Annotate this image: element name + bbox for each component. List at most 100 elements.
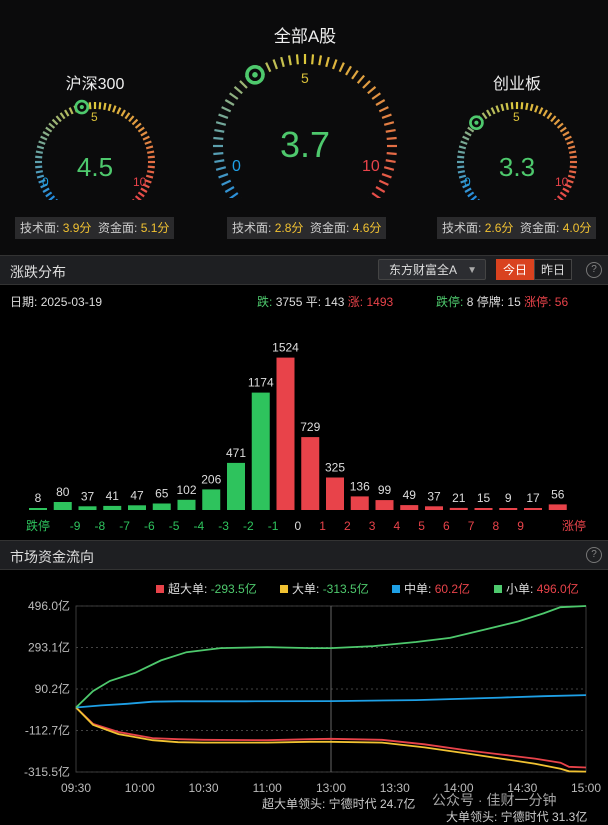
gauge-scores-hs300: 技术面: 3.9分 资金面: 5.1分 (15, 217, 175, 239)
help-icon[interactable]: ? (586, 262, 602, 278)
index-dropdown[interactable]: 东方财富全A ▼ (378, 259, 486, 280)
gauge-tick-mark (42, 187, 50, 193)
limit-down-count: 8 (466, 295, 474, 309)
gauge-tick-mark (338, 62, 345, 73)
gauge-tick-mark (88, 102, 92, 110)
tech-score: 2.6分 (484, 221, 514, 235)
bar-value-label: 17 (526, 491, 540, 505)
gauge-tick-mark (38, 140, 46, 145)
gauge-tick-mark (378, 179, 389, 186)
legend-small: 小单: 496.0亿 (494, 580, 579, 597)
gauge-tick-mark (356, 74, 365, 84)
gauge-tick-mark (239, 80, 248, 89)
fall-label: 跌: (257, 295, 273, 309)
gauge-tick-mark (214, 159, 225, 164)
gauge-tick-mark (520, 102, 524, 110)
gauge-tick-mark (64, 109, 70, 117)
gauge-tick-mark (48, 122, 56, 129)
gauge-tick-mark (332, 59, 338, 70)
x-tick-label: -8 (95, 519, 106, 533)
gauge-tick-mark (500, 103, 505, 112)
gauge-tick-mark (375, 186, 386, 193)
x-tick-label: -1 (268, 519, 279, 533)
gauge-tick-mark (221, 179, 232, 186)
gauge-tick-mark (386, 152, 397, 156)
y-tick-label: 293.1亿 (28, 640, 70, 655)
gauge-tick-min: 0 (464, 175, 471, 189)
gauge-tick-mark (556, 195, 564, 200)
bar-value-label: 206 (201, 472, 221, 486)
bar-value-label: 80 (56, 485, 70, 499)
bar-value-label: 8 (35, 491, 42, 505)
x-tick-label: 3 (369, 519, 376, 533)
y-tick-label: -315.5亿 (24, 764, 70, 779)
gauge-tick-mark (486, 109, 492, 117)
gauge-tick-mark (464, 187, 472, 193)
flat-count: 143 (324, 295, 345, 309)
x-tick-label: 09:30 (61, 781, 91, 795)
gauge-tick-mark (381, 173, 392, 179)
legend-super: 超大单: -293.5亿 (156, 580, 257, 597)
gauge-tick-mark (553, 118, 561, 126)
gauge-tick-mark (214, 128, 225, 133)
limit-down-label: 跌停: (436, 295, 464, 309)
help-icon[interactable]: ? (586, 547, 602, 563)
gauge-tick-mark (375, 99, 386, 106)
gauge-tick-mark (147, 170, 155, 174)
x-tick-label: -4 (194, 519, 205, 533)
bar-value-label: 102 (176, 483, 196, 497)
gauge-tick-min: 0 (42, 175, 49, 189)
bar (449, 507, 468, 510)
gauge-tick-mark (51, 118, 59, 126)
gauge-tick-mark (371, 192, 381, 198)
y-tick-label: -112.7亿 (25, 723, 70, 738)
bar (78, 506, 97, 510)
gauge-tick-mark (35, 170, 43, 174)
gauge-tick-mark (224, 186, 235, 193)
x-tick-label: 10:30 (188, 781, 218, 795)
bar (301, 437, 320, 510)
tab-today[interactable]: 今日 (496, 259, 534, 280)
gauge-tick-max: 10 (133, 175, 147, 189)
gauge-pointer-dot (79, 104, 84, 110)
bar (152, 503, 171, 510)
bar-value-label: 49 (403, 488, 417, 502)
distribution-bar-chart: 8 80 37 41 47 65 10220647111741524729325136 99 4… (26, 341, 586, 533)
bar-value-label: 1174 (248, 376, 274, 390)
dist-section-header: 涨跌分布 东方财富全A ▼ 今日 昨日 ? (0, 255, 608, 285)
gauge-tick-mark (68, 107, 74, 115)
bar (202, 489, 221, 510)
bar-value-label: 37 (81, 489, 95, 503)
fund-score: 4.0分 (562, 221, 592, 235)
gauge-tick-mark (385, 159, 396, 164)
fund-label: 资金面: (98, 221, 138, 235)
x-tick-label: 0 (295, 519, 302, 533)
bar (400, 505, 419, 510)
fund-label: 资金面: (520, 221, 560, 235)
legend-name: 中单 (404, 582, 429, 596)
dist-limits: 跌停: 8 停牌: 15 涨停: 56 (436, 293, 568, 310)
gauge-tick-mark (116, 107, 122, 115)
gauge-tick-mark (529, 103, 534, 112)
chevron-down-icon: ▼ (467, 265, 477, 276)
x-tick-label: 15:00 (571, 781, 601, 795)
super-leader-note: 超大单领头: 宁德时代 24.7亿 (262, 797, 416, 811)
x-tick-label: -7 (119, 519, 130, 533)
gauge-tick-mark (134, 195, 142, 200)
gauge-tick-mark (457, 155, 465, 159)
gauge-tick-mark (542, 109, 548, 117)
fund-score: 4.6分 (352, 221, 382, 235)
legend-large: 大单: -313.5亿 (280, 580, 369, 597)
gauge-tick-mark (345, 65, 352, 76)
legend-swatch (494, 585, 502, 593)
x-tick-label: 1 (319, 519, 326, 533)
gauge-tick-min: 0 (232, 158, 241, 175)
legend-medium: 中单: 60.2亿 (392, 580, 470, 597)
gauge-tick-mark (103, 102, 107, 110)
legend-value: -293.5亿 (210, 582, 257, 596)
fund-score: 5.1分 (140, 221, 170, 235)
bar (251, 392, 270, 510)
flow-section-header: 市场资金流向 ? (0, 540, 608, 570)
gauge-tick-mark (325, 56, 330, 68)
tab-yesterday[interactable]: 昨日 (534, 259, 572, 280)
